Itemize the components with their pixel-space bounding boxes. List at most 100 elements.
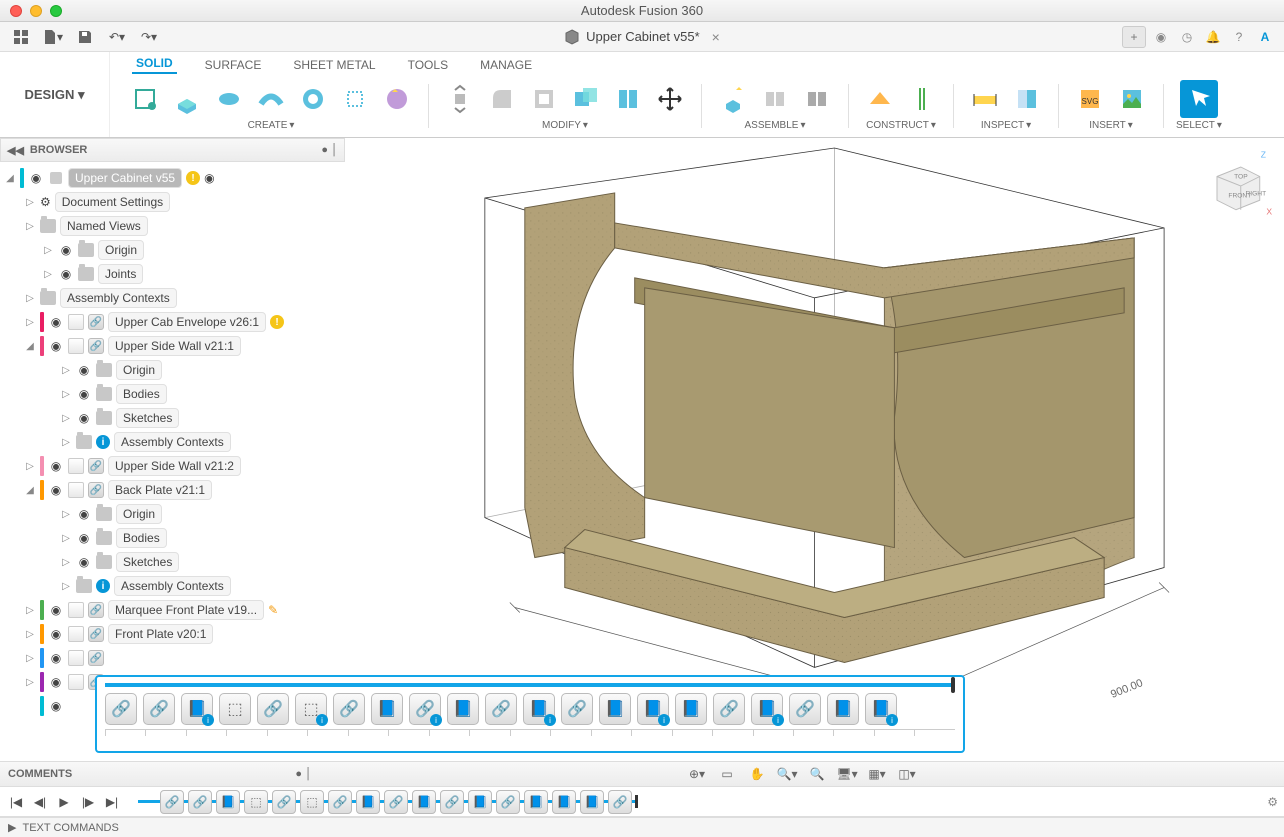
timeline-feature[interactable]: 📘i	[637, 693, 669, 725]
tree-row[interactable]: ◉🔗Upper Side Wall v21:2	[0, 454, 345, 478]
visibility-icon[interactable]: ◉	[28, 170, 44, 186]
timeline-feature[interactable]: 🔗	[608, 790, 632, 814]
info-icon[interactable]: i	[96, 579, 110, 593]
visibility-icon[interactable]: ◉	[76, 530, 92, 546]
create-form-icon[interactable]	[378, 80, 416, 118]
timeline-feature[interactable]: 🔗	[384, 790, 408, 814]
timeline-feature[interactable]: 📘	[468, 790, 492, 814]
timeline-feature[interactable]: 🔗	[333, 693, 365, 725]
autodesk-account-icon[interactable]: A	[1254, 26, 1276, 48]
text-commands-bar[interactable]: ▶ TEXT COMMANDS	[0, 817, 1284, 837]
axis-icon[interactable]	[903, 80, 941, 118]
step-back-icon[interactable]: ◀|	[30, 792, 50, 812]
viewport-layout-icon[interactable]: ◫▾	[896, 765, 918, 783]
visibility-icon[interactable]: ◉	[58, 266, 74, 282]
timeline-feature[interactable]: 🔗	[328, 790, 352, 814]
group-select-label[interactable]: SELECT ▾	[1176, 120, 1222, 131]
sketch-icon[interactable]	[126, 80, 164, 118]
expand-icon[interactable]	[60, 509, 72, 520]
display-settings-icon[interactable]: 🖥▾	[836, 765, 858, 783]
radio-icon[interactable]: ◉	[204, 171, 214, 185]
tree-row[interactable]: ◉Sketches	[0, 550, 345, 574]
sweep-icon[interactable]	[252, 80, 290, 118]
timeline-feature[interactable]: 📘	[356, 790, 380, 814]
visibility-icon[interactable]: ◉	[48, 674, 64, 690]
timeline-feature[interactable]: 🔗	[561, 693, 593, 725]
timeline-feature[interactable]: 🔗	[440, 790, 464, 814]
expand-icon[interactable]	[24, 341, 36, 352]
minimize-window[interactable]	[30, 5, 42, 17]
insert-svg-icon[interactable]: SVG	[1071, 80, 1109, 118]
expand-icon[interactable]	[60, 437, 72, 448]
tree-row[interactable]: ◉🔗Front Plate v20:1	[0, 622, 345, 646]
info-icon[interactable]: i	[96, 435, 110, 449]
expand-icon[interactable]	[24, 317, 36, 328]
expand-icon[interactable]	[60, 581, 72, 592]
timeline-feature[interactable]: 📘	[371, 693, 403, 725]
new-component-icon[interactable]	[714, 80, 752, 118]
pin-icon[interactable]: ● │	[321, 144, 338, 156]
tree-row[interactable]: ◉Origin	[0, 358, 345, 382]
expand-icon[interactable]	[24, 653, 36, 664]
press-pull-icon[interactable]	[441, 80, 479, 118]
visibility-icon[interactable]: ◉	[76, 410, 92, 426]
visibility-icon[interactable]: ◉	[48, 602, 64, 618]
visibility-icon[interactable]: ◉	[48, 314, 64, 330]
timeline-feature[interactable]: 📘	[524, 790, 548, 814]
tree-row[interactable]: ◉Origin	[0, 238, 345, 262]
comments-pin-icon[interactable]: ● │	[295, 768, 312, 780]
joint-icon[interactable]	[756, 80, 794, 118]
expand-icon[interactable]	[24, 221, 36, 232]
timeline-feature[interactable]: 🔗	[160, 790, 184, 814]
fit-icon[interactable]: 🔍	[806, 765, 828, 783]
expand-icon[interactable]	[24, 293, 36, 304]
grid-icon[interactable]: ▦▾	[866, 765, 888, 783]
timeline-feature[interactable]: 📘i	[181, 693, 213, 725]
visibility-icon[interactable]: ◉	[48, 698, 64, 714]
expand-icon[interactable]	[24, 485, 36, 496]
timeline-feature[interactable]: 🔗	[789, 693, 821, 725]
edit-in-place-icon[interactable]: ✎	[268, 603, 278, 617]
file-menu-icon[interactable]: ▾	[40, 26, 66, 48]
timeline-feature[interactable]: 📘	[216, 790, 240, 814]
visibility-icon[interactable]: ◉	[76, 506, 92, 522]
split-icon[interactable]	[609, 80, 647, 118]
timeline-feature[interactable]: 📘	[827, 693, 859, 725]
tree-row[interactable]: ◉🔗Back Plate v21:1	[0, 478, 345, 502]
timeline-settings-icon[interactable]: ⚙	[1267, 795, 1278, 809]
expand-icon[interactable]	[42, 269, 54, 280]
timeline-feature[interactable]: 📘	[580, 790, 604, 814]
visibility-icon[interactable]: ◉	[76, 386, 92, 402]
timeline-feature[interactable]: ⬚i	[295, 693, 327, 725]
timeline-feature[interactable]: 📘	[412, 790, 436, 814]
timeline-feature[interactable]: ⬚	[219, 693, 251, 725]
step-forward-icon[interactable]: |▶	[78, 792, 98, 812]
comments-header[interactable]: COMMENTS ● │	[0, 768, 320, 780]
tree-row[interactable]: ◉Joints	[0, 262, 345, 286]
viewcube[interactable]: FRONT RIGHT TOP X Z	[1198, 148, 1274, 224]
tree-root[interactable]: ◉ Upper Cabinet v55 ! ◉	[0, 166, 345, 190]
visibility-icon[interactable]: ◉	[58, 242, 74, 258]
plane-icon[interactable]	[861, 80, 899, 118]
expand-icon[interactable]	[24, 197, 36, 208]
timeline-feature[interactable]: 🔗	[496, 790, 520, 814]
tree-row[interactable]: ◉Origin	[0, 502, 345, 526]
expand-icon[interactable]	[60, 413, 72, 424]
warning-icon[interactable]: !	[186, 171, 200, 185]
help-icon[interactable]: ?	[1228, 26, 1250, 48]
tree-row[interactable]: iAssembly Contexts	[0, 430, 345, 454]
group-construct-label[interactable]: CONSTRUCT ▾	[866, 120, 936, 131]
timeline-feature[interactable]: 🔗i	[409, 693, 441, 725]
expand-icon[interactable]	[24, 629, 36, 640]
timeline-feature[interactable]: 🔗	[257, 693, 289, 725]
insert-canvas-icon[interactable]	[1113, 80, 1151, 118]
expand-icon[interactable]	[60, 365, 72, 376]
loft-icon[interactable]	[294, 80, 332, 118]
tree-row[interactable]: ◉🔗	[0, 646, 345, 670]
model-canvas[interactable]	[345, 138, 1284, 757]
save-icon[interactable]	[72, 26, 98, 48]
timeline-feature[interactable]: 📘	[675, 693, 707, 725]
undo-icon[interactable]: ↶▾	[104, 26, 130, 48]
tab-solid[interactable]: SOLID	[132, 54, 177, 74]
tree-row[interactable]: iAssembly Contexts	[0, 574, 345, 598]
